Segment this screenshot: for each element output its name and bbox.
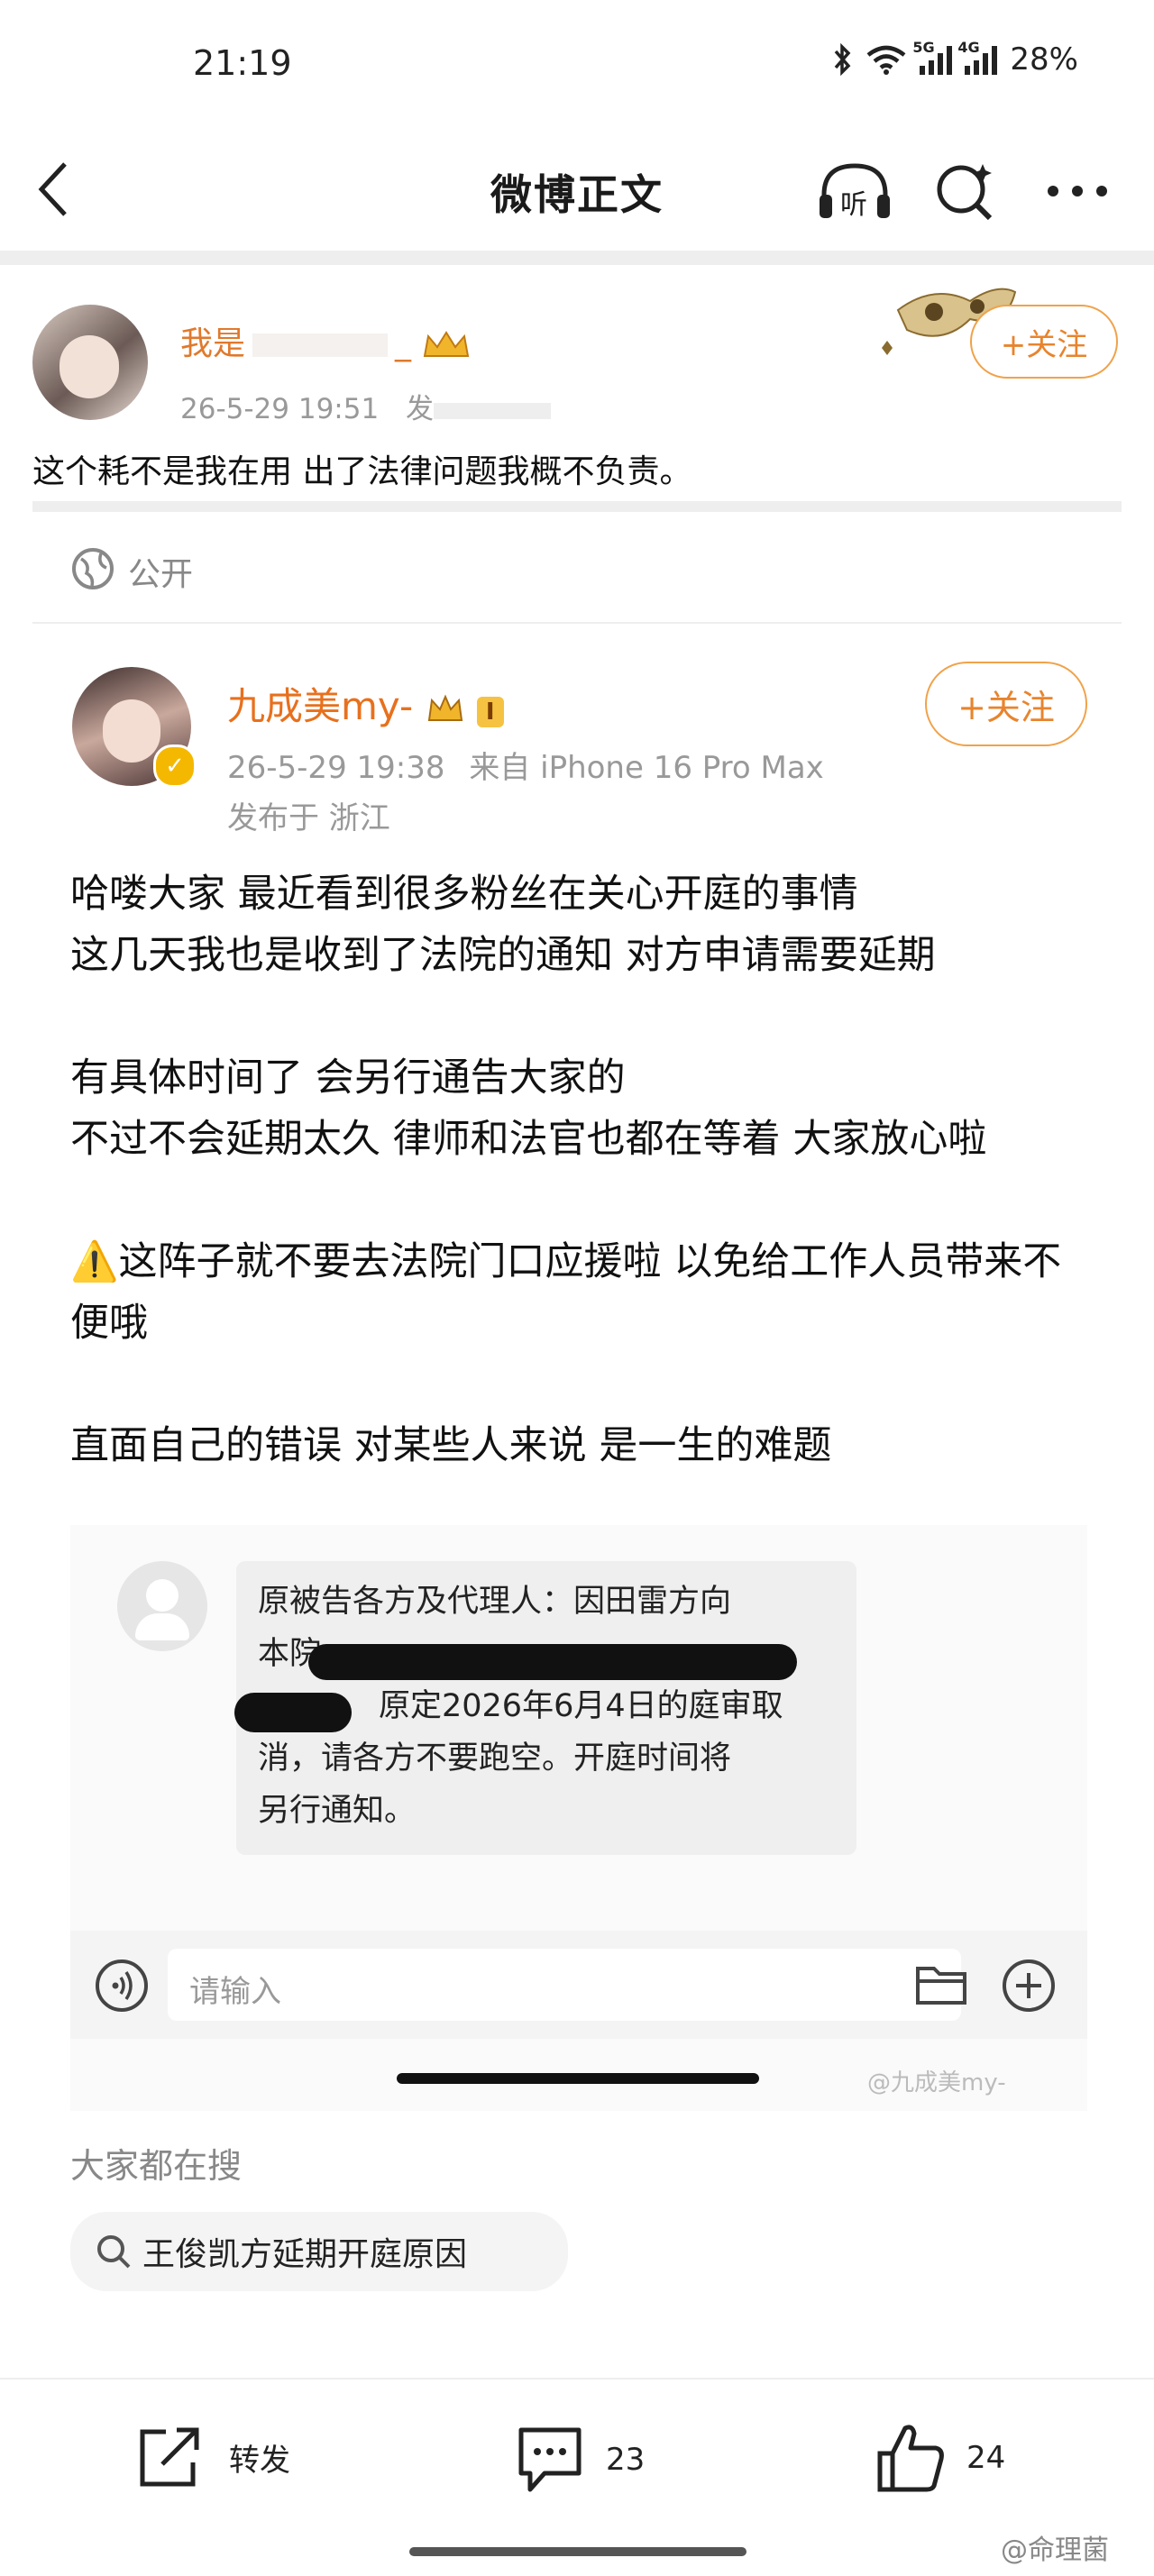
- vip-level-badge: I: [476, 697, 504, 727]
- redaction-mark: [308, 1644, 797, 1680]
- visibility-label: 公开: [128, 556, 194, 593]
- home-indicator: [397, 2073, 759, 2084]
- search-suggestion-chip[interactable]: 王俊凯方延期开庭原因: [70, 2212, 568, 2291]
- original-post-time: 26-5-29 19:51: [180, 393, 380, 425]
- listen-label: 听: [840, 189, 867, 221]
- repost-label: 转发: [229, 2442, 290, 2479]
- signal-4g-icon: 4G: [957, 39, 998, 75]
- quoted-paragraph: 有具体时间了 会另行通告大家的 不过不会延期太久 律师和法官也都在等着 大家放心…: [70, 1055, 987, 1162]
- vip-crown-icon: [427, 693, 463, 721]
- voice-icon[interactable]: [94, 1958, 150, 2014]
- comment-icon: [518, 2427, 582, 2492]
- search-icon[interactable]: [934, 159, 999, 224]
- bluetooth-icon: [835, 43, 851, 76]
- visibility-divider: [32, 622, 1122, 624]
- quoted-follow-button[interactable]: +关注: [925, 662, 1087, 746]
- folder-icon[interactable]: [914, 1961, 968, 2008]
- quoted-paragraph: 哈喽大家 最近看到很多粉丝在关心开庭的事情 这几天我也是收到了法院的通知 对方申…: [70, 872, 936, 978]
- quoted-post-meta: 26-5-29 19:38 来自 iPhone 16 Pro Max: [227, 743, 824, 787]
- comment-count: 23: [606, 2442, 646, 2478]
- system-home-indicator: [409, 2547, 746, 2556]
- original-post-meta: 26-5-29 19:51 发: [180, 386, 552, 426]
- chat-input-placeholder: 请输入: [189, 1974, 281, 2010]
- like-button[interactable]: 24: [875, 2421, 1005, 2495]
- original-author-name[interactable]: 我是 _: [180, 317, 472, 364]
- bottom-divider: [0, 2378, 1154, 2380]
- repost-button[interactable]: 转发: [135, 2425, 290, 2489]
- nav-bar: 微博正文 听: [0, 135, 1154, 243]
- like-count: 24: [966, 2440, 1006, 2476]
- search-icon: [97, 2235, 131, 2269]
- screenshot-watermark: @九成美my-: [867, 2069, 1006, 2096]
- verified-badge-icon: ✓: [153, 744, 197, 788]
- chat-input-field[interactable]: 请输入: [168, 1949, 961, 2021]
- search-suggestion-text: 王俊凯方延期开庭原因: [142, 2236, 468, 2273]
- listen-button[interactable]: 听: [817, 160, 893, 224]
- crown-icon: [424, 331, 470, 357]
- status-time: 21:19: [193, 43, 292, 83]
- quoted-post-body: 哈喽大家 最近看到很多粉丝在关心开庭的事情 这几天我也是收到了法院的通知 对方申…: [70, 863, 1098, 1476]
- original-follow-button[interactable]: +关注: [970, 305, 1118, 379]
- battery-percent: 28%: [1010, 41, 1078, 78]
- nav-divider: [0, 251, 1154, 265]
- signal-5g-icon: 5G: [912, 39, 953, 75]
- chat-screenshot: 原被告各方及代理人：因田雷方向 本院 原定2026年6月4日的庭审取 消，请各方…: [70, 1525, 1087, 2111]
- comment-button[interactable]: 23: [514, 2425, 645, 2495]
- quoted-paragraph: 直面自己的错误 对某些人来说 是一生的难题: [70, 1423, 832, 1468]
- add-circle-icon[interactable]: [1001, 1958, 1057, 2014]
- notice-bubble: 原被告各方及代理人：因田雷方向 本院 原定2026年6月4日的庭审取 消，请各方…: [234, 1561, 856, 1855]
- original-post-text: 这个耗不是我在用 出了法律问题我概不负责。: [32, 453, 692, 490]
- thumbs-up-icon: [877, 2425, 944, 2492]
- redaction-mark: [234, 1693, 352, 1732]
- original-post-source: 发: [406, 393, 435, 425]
- quoted-paragraph: ⚠️这阵子就不要去法院门口应援啦 以免给工作人员带来不便哦: [70, 1239, 1062, 1346]
- more-icon[interactable]: [1046, 184, 1109, 198]
- globe-icon: [72, 548, 114, 589]
- repost-icon: [140, 2427, 199, 2487]
- search-heading: 大家都在搜: [70, 2146, 243, 2186]
- quoted-post-location: 发布于 浙江: [227, 800, 390, 836]
- quoted-post-time: 26-5-29 19:38: [227, 750, 445, 786]
- chat-input-bar: 请输入: [70, 1931, 1087, 2039]
- quoted-author-name[interactable]: 九成美my- I: [227, 676, 504, 731]
- wifi-icon: [867, 45, 906, 75]
- post-divider: [32, 501, 1122, 512]
- default-avatar-icon: [117, 1561, 207, 1651]
- avatar[interactable]: [32, 305, 148, 420]
- footer-watermark: @命理菌: [1001, 2535, 1109, 2566]
- status-icons: 5G 4G 28%: [833, 39, 1078, 78]
- quoted-post-source: 来自 iPhone 16 Pro Max: [469, 750, 824, 786]
